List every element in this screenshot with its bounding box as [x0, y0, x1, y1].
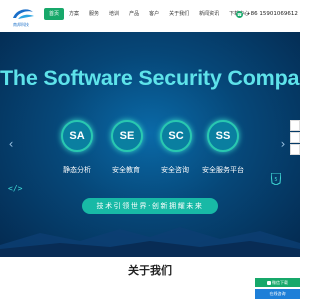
wechat-download-button[interactable]: 微信下载 [255, 278, 300, 287]
service-label-ss: 安全服务平台 [202, 166, 244, 174]
nav-item-news[interactable]: 新闻资讯 [194, 8, 224, 20]
hero-banner: The Software Security Company SA SE SC S… [0, 32, 300, 257]
side-tool-button[interactable] [290, 132, 300, 143]
nav-item-training[interactable]: 培训 [104, 8, 124, 20]
side-tool-button[interactable] [290, 144, 300, 155]
chat-label: 在线咨询 [269, 291, 286, 296]
top-header: 南邦科技 首页 方案 服务 培训 产品 客户 关于我们 新闻资讯 下载中心 ☎ … [0, 0, 300, 33]
wechat-label: 微信下载 [272, 280, 288, 285]
service-circle-sc[interactable]: SC [160, 120, 192, 152]
service-label-sc: 安全咨询 [161, 166, 189, 174]
nav-item-solutions[interactable]: 方案 [64, 8, 84, 20]
online-chat-button[interactable]: 在线咨询 [255, 289, 300, 299]
nav-item-home[interactable]: 首页 [44, 8, 65, 20]
phone-icon: ☎ [236, 10, 243, 18]
service-circle-ss[interactable]: SS [207, 120, 239, 152]
code-icon: </> [8, 184, 23, 193]
wechat-icon [267, 281, 271, 285]
service-label-sa: 静态分析 [63, 166, 91, 174]
service-circle-se[interactable]: SE [111, 120, 143, 152]
hero-title: The Software Security Company [0, 66, 300, 90]
hero-slogan: 技术引领世界·创新拥耀未来 [82, 198, 218, 214]
html5-icon: 5 [271, 173, 281, 185]
side-tool-button[interactable] [290, 120, 300, 131]
service-circle-sa[interactable]: SA [61, 120, 93, 152]
nav-item-products[interactable]: 产品 [124, 8, 144, 20]
phone-number: +86 15901069612 [246, 11, 298, 17]
contact-phone: ☎ +86 15901069612 [236, 8, 298, 20]
side-toolbar [290, 120, 300, 156]
about-section-title: 关于我们 [128, 264, 172, 277]
nav-item-customers[interactable]: 客户 [144, 8, 164, 20]
svg-text:5: 5 [274, 177, 277, 183]
carousel-next-arrow[interactable]: › [278, 137, 288, 151]
main-nav: 首页 方案 服务 培训 产品 客户 关于我们 新闻资讯 下载中心 [44, 8, 254, 20]
hero-glow-decoration [0, 227, 300, 257]
nav-item-services[interactable]: 服务 [84, 8, 104, 20]
logo-mark-icon [13, 9, 34, 19]
nav-item-about[interactable]: 关于我们 [164, 8, 194, 20]
carousel-prev-arrow[interactable]: ‹ [6, 137, 16, 151]
logo-text: 南邦科技 [13, 22, 29, 27]
service-label-se: 安全教育 [112, 166, 140, 174]
